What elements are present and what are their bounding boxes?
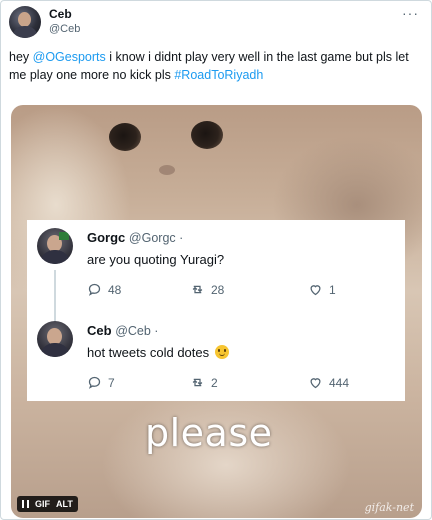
tweet-text: hey @OGesports i know i didnt play very … (9, 48, 423, 84)
reply-count-value: 7 (108, 375, 115, 390)
author-name[interactable]: Ceb (49, 7, 72, 21)
more-options-icon[interactable]: ··· (402, 6, 419, 20)
mention-link[interactable]: @OGesports (33, 50, 106, 64)
reply-count: 48 (87, 282, 121, 297)
quoted-actions: 48 28 1 (87, 282, 357, 298)
like-count-value: 1 (329, 282, 336, 297)
quoted-author-handle: @Gorgc · (128, 231, 184, 245)
retweet-count-value: 28 (211, 282, 225, 297)
retweet-icon (192, 285, 203, 294)
quoted-actions: 7 2 444 (87, 375, 357, 391)
retweet-count: 2 (190, 375, 218, 390)
avatar-shirt (40, 343, 70, 357)
quoted-author: Ceb @Ceb · (87, 323, 158, 338)
gif-badge: GIF (35, 499, 50, 509)
smile-emoji-icon (214, 345, 229, 359)
avatar-flag (59, 232, 69, 240)
retweet-icon (192, 378, 203, 387)
cat-nose (159, 165, 175, 175)
gorgc-avatar (37, 228, 73, 264)
reply-icon (88, 283, 101, 296)
alt-badge[interactable]: ALT (56, 499, 73, 509)
pause-icon[interactable] (22, 500, 29, 508)
avatar-shirt (40, 250, 70, 264)
gif-caption: please (145, 411, 273, 455)
reply-count-value: 48 (108, 282, 122, 297)
gif-controls: GIF ALT (17, 496, 78, 512)
retweet-count-value: 2 (211, 375, 218, 390)
cat-eye (109, 123, 141, 151)
reply-icon (88, 376, 101, 389)
gif-watermark: gifak-net (364, 501, 414, 514)
avatar-face (18, 12, 31, 27)
ceb-avatar (37, 321, 73, 357)
tweet-text-part: hey (9, 50, 33, 64)
quoted-screenshot: Gorgc @Gorgc · are you quoting Yuragi? 4… (27, 220, 405, 401)
quoted-text: are you quoting Yuragi? (87, 252, 225, 267)
quoted-author-handle: @Ceb · (115, 324, 159, 338)
heart-icon (310, 285, 321, 296)
quoted-text-content: hot tweets cold dotes (87, 345, 210, 360)
like-count-value: 444 (329, 375, 350, 390)
quoted-text: hot tweets cold dotes (87, 345, 229, 360)
cat-eye (191, 121, 223, 149)
avatar-shirt (12, 26, 38, 38)
heart-icon (310, 378, 321, 389)
like-count: 1 (308, 282, 336, 297)
quoted-author: Gorgc @Gorgc · (87, 230, 183, 245)
gif-media[interactable]: please gifak-net GIF ALT Gorgc @Gorgc · … (11, 105, 422, 518)
reply-count: 7 (87, 375, 115, 390)
quoted-author-name: Ceb (87, 323, 112, 338)
hashtag-link[interactable]: #RoadToRiyadh (174, 68, 263, 82)
like-count: 444 (308, 375, 349, 390)
quoted-author-name: Gorgc (87, 230, 126, 245)
author-handle[interactable]: @Ceb (49, 23, 80, 35)
retweet-count: 28 (190, 282, 224, 297)
author-avatar[interactable] (9, 6, 41, 38)
tweet-header: Ceb @Ceb ··· (9, 6, 423, 40)
